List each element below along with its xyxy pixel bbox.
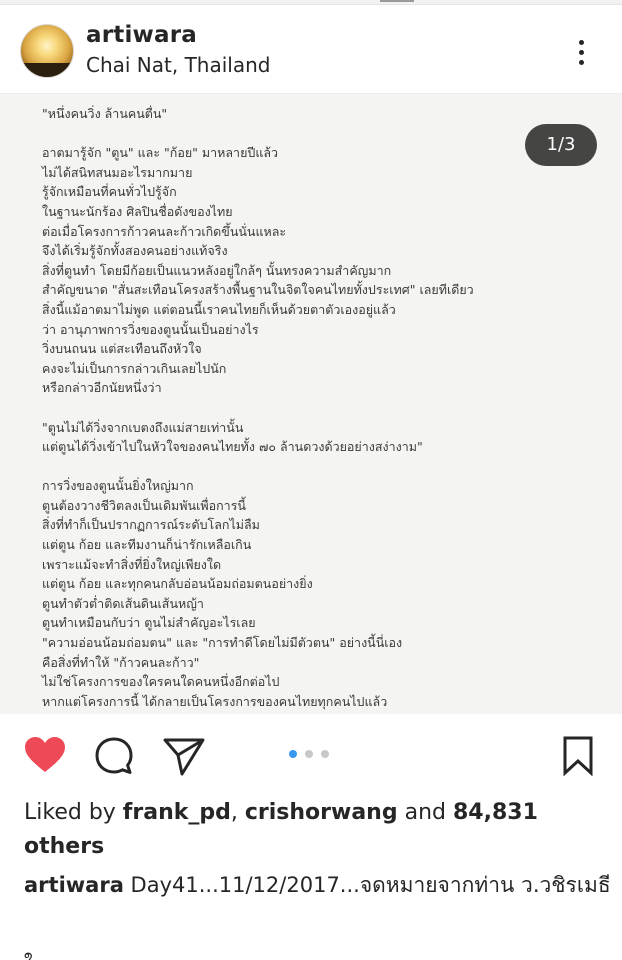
letter-line: ไม่ใช่โครงการของใครคนใดคนหนึ่งอีกต่อไป (42, 674, 280, 690)
letter-line: ในฐานะนักร้อง ศิลปินชื่อดังของไทย (42, 203, 233, 219)
more-options-icon[interactable] (574, 37, 588, 69)
post-header: artiwara Chai Nat, Thailand (0, 5, 622, 94)
letter-line (42, 398, 602, 418)
likes-prefix: Liked by (24, 800, 123, 825)
letter-line: อาตมารู้จัก "ตูน" และ "ก้อย" มาหลายปีแล้… (42, 145, 279, 161)
letter-line: แต่ตูน ก้อย และทุกคนกลับอ่อนน้อมถ่อมตนอย… (42, 576, 313, 592)
carousel-dot-active (289, 750, 297, 758)
likes-count[interactable]: 84,831 (453, 800, 538, 825)
letter-line: รู้จักเหมือนที่คนทั่วไปรู้จัก (42, 184, 177, 200)
letter-line: ว่า อานุภาพการวิ่งของตูนนั้นเป็นอย่างไร (42, 321, 259, 337)
liked-by-user-1[interactable]: frank_pd (123, 800, 231, 825)
post-username[interactable]: artiwara (86, 22, 197, 48)
status-indicator (380, 0, 414, 2)
letter-line: วิ่งบนถนน แต่สะเทือนถึงหัวใจ (42, 341, 202, 357)
liked-by-user-2[interactable]: crishorwang (245, 800, 398, 825)
letter-line: เพราะแม้จะทำสิ่งที่ยิ่งใหญ่เพียงใด (42, 556, 222, 572)
likes-others[interactable]: others (24, 834, 104, 859)
letter-text: "หนึ่งคนวิ่ง ล้านคนตื่น" อาตมารู้จัก "ตูน… (42, 104, 602, 711)
letter-line: หรือกล่าวอีกนัยหนึ่งว่า (42, 380, 162, 396)
post-location[interactable]: Chai Nat, Thailand (86, 53, 270, 77)
letter-line: ตูนทำเหมือนกับว่า ตูนไม่สำคัญอะไรเลย (42, 615, 256, 631)
letter-line: แต่ตูนได้วิ่งเข้าไปในหัวใจของคนไทยทั้ง ๗… (42, 439, 423, 455)
letter-line: คงจะไม่เป็นการกล่าวเกินเลยไปนัก (42, 360, 227, 376)
avatar-horizon (21, 63, 73, 77)
letter-line: "ความอ่อนน้อมถ่อมตน" และ "การทำดีโดยไม่ม… (42, 635, 403, 651)
letter-line: "ตูนไม่ได้วิ่งจากเบตงถึงแม่สายเท่านั้น (42, 419, 244, 435)
carousel-dot (305, 750, 313, 758)
bookmark-icon[interactable] (562, 736, 594, 776)
likes-summary[interactable]: Liked by frank_pd, crishorwang and 84,83… (24, 796, 614, 864)
letter-line: ตูนต้องวางชีวิตลงเป็นเดิมพันเพื่อการนี้ (42, 497, 246, 513)
send-icon[interactable] (162, 736, 206, 776)
likes-separator: , (230, 800, 245, 825)
likes-and: and (397, 800, 453, 825)
letter-line: จึงได้เริ่มรู้จักทั้งสองคนอย่างแท้จริง (42, 243, 228, 259)
heart-icon[interactable] (24, 736, 66, 774)
comment-icon[interactable] (94, 736, 134, 776)
letter-line: ตูนทำตัวต่ำติดเส้นดินเส้นหญ้า (42, 595, 204, 611)
post-image[interactable]: "หนึ่งคนวิ่ง ล้านคนตื่น" อาตมารู้จัก "ตูน… (0, 94, 622, 714)
carousel-dot (321, 750, 329, 758)
letter-line: แต่ตูน ก้อย และทีมงานก็น่ารักเหลือเกิน (42, 537, 252, 553)
letter-line: สิ่งนี้แม้อาตมาไม่พูด แต่ตอนนี้เราคนไทยก… (42, 301, 396, 317)
caption-username[interactable]: artiwara (24, 873, 124, 897)
letter-line (42, 457, 602, 477)
letter-line: การวิ่งของตูนนั้นยิ่งใหญ่มาก (42, 478, 194, 494)
caption-text: Day41...11/12/2017...จดหมายจากท่าน ว.วชิ… (123, 873, 611, 897)
letter-line: สำคัญขนาด "สั่นสะเทือนโครงสร้างพื้นฐานใน… (42, 282, 474, 298)
letter-line: ไม่ได้สนิทสนมอะไรมากมาย (42, 164, 193, 180)
avatar[interactable] (20, 24, 74, 78)
letter-line: หากแต่โครงการนี้ ได้กลายเป็นโครงการของคน… (42, 693, 388, 709)
truncated-text: ใ (24, 948, 34, 960)
action-bar (0, 714, 622, 794)
letter-line: "หนึ่งคนวิ่ง ล้านคนตื่น" (42, 106, 168, 121)
carousel-dots (289, 750, 349, 760)
letter-line: สิ่งที่ทำก็เป็นปรากฏการณ์ระดับโลกไม่ลืม (42, 517, 260, 533)
letter-line: สิ่งที่ตูนทำ โดยมีก้อยเป็นแนวหลังอยู่ใกล… (42, 262, 392, 278)
letter-line: ต่อเมื่อโครงการก้าวคนละก้าวเกิดขึ้นนั่นแ… (42, 223, 287, 239)
slide-counter: 1/3 (525, 124, 597, 166)
letter-line: คือสิ่งที่ทำให้ "ก้าวคนละก้าว" (42, 654, 200, 670)
post-caption: artiwara Day41...11/12/2017...จดหมายจากท… (24, 868, 614, 902)
letter-line (42, 124, 602, 144)
